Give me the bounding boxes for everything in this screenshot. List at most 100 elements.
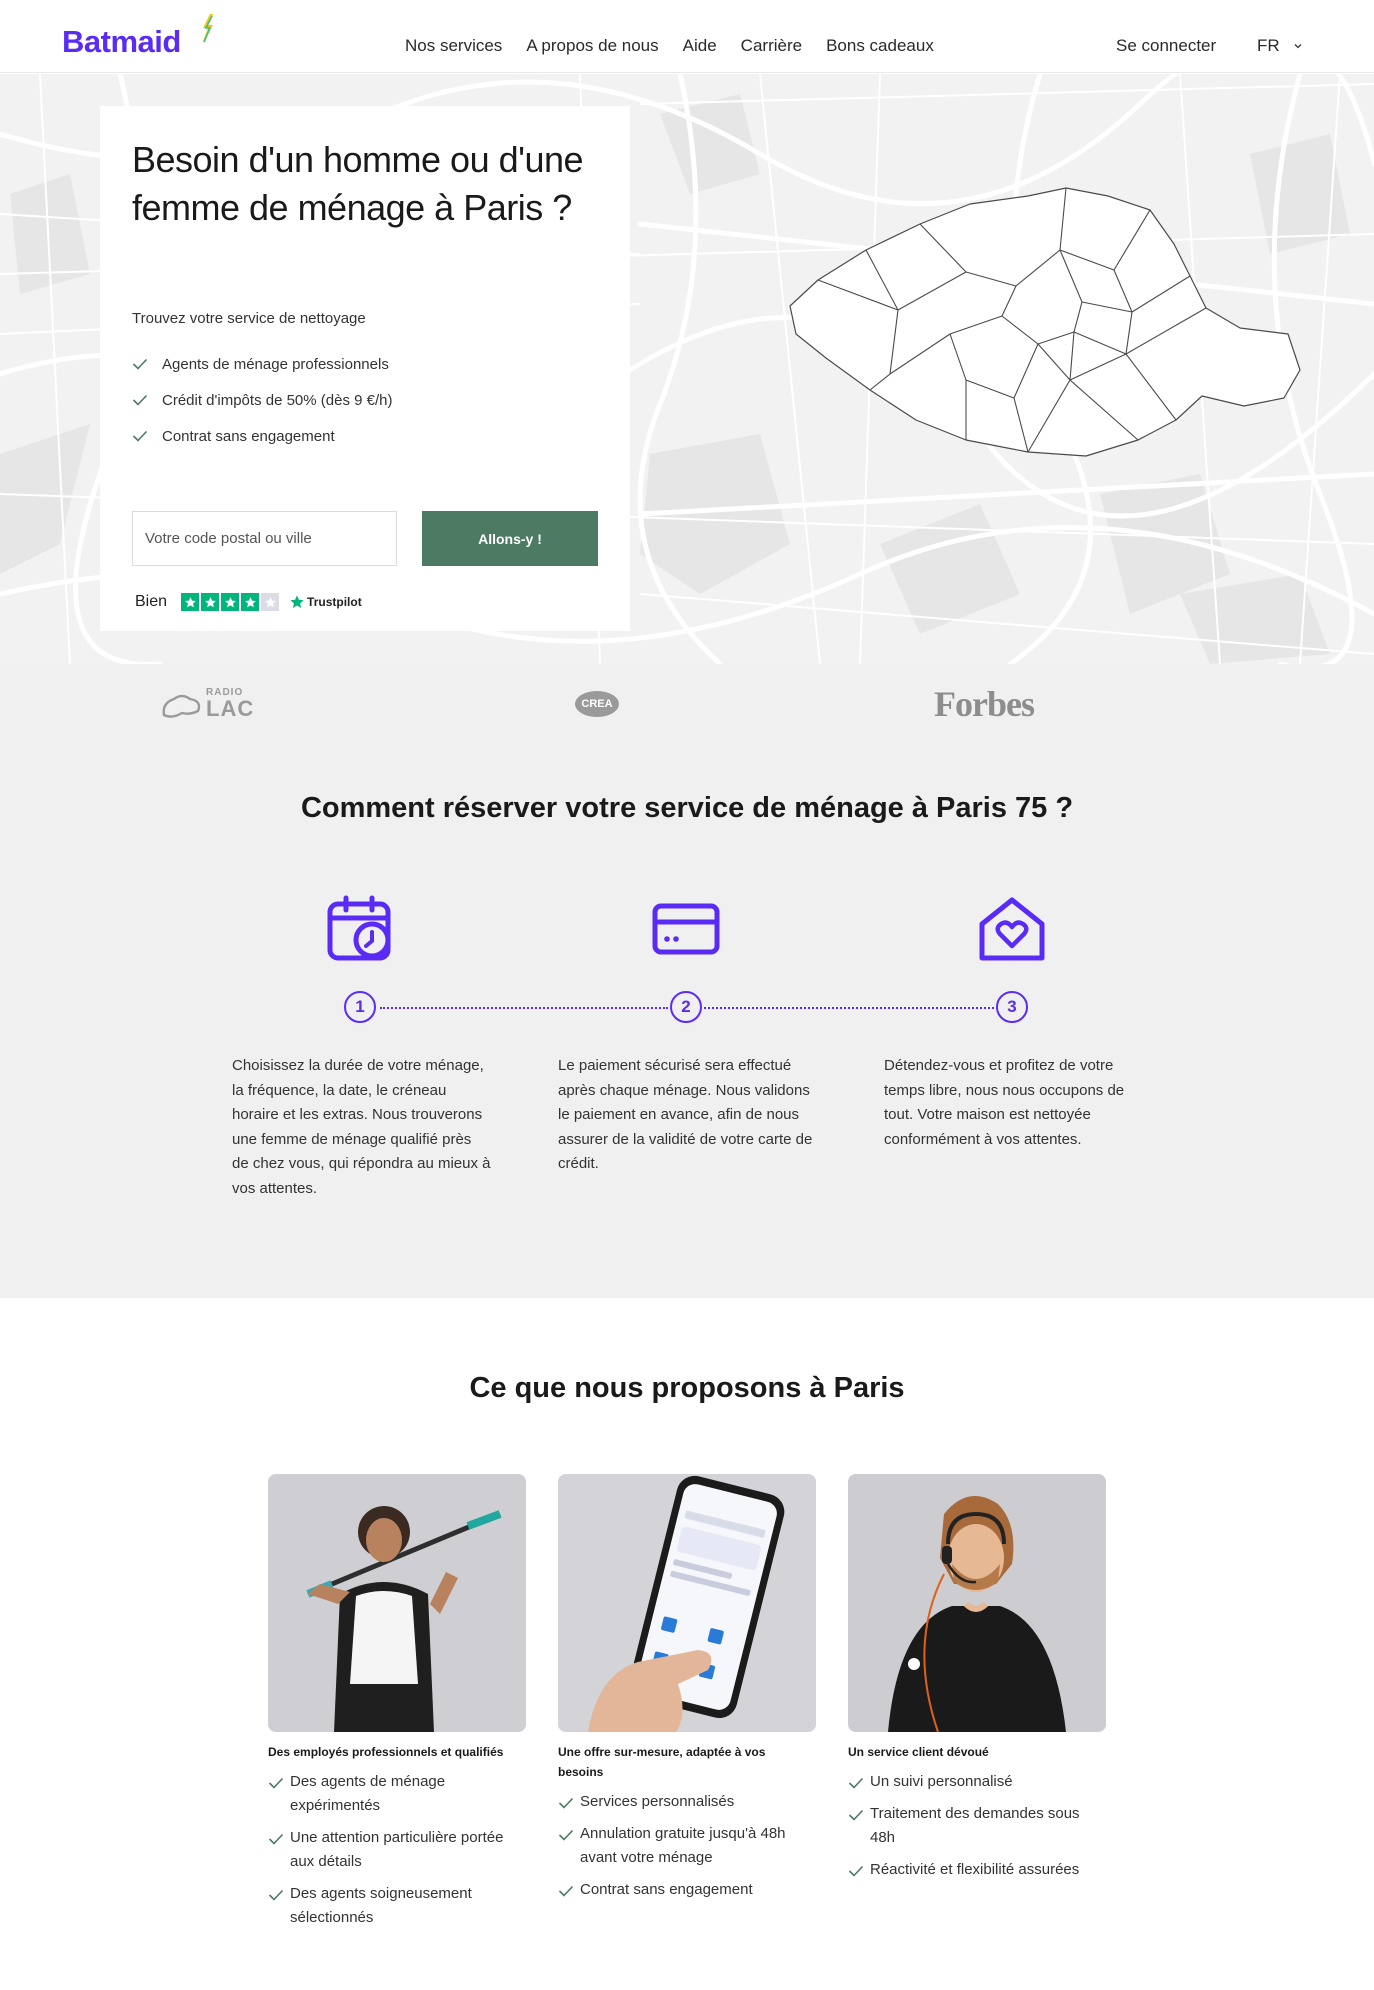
star-icon [201,593,220,611]
list-item: Un suivi personnalisé [848,1770,1106,1794]
list-item: Contrat sans engagement [558,1878,816,1902]
check-icon [132,394,148,406]
nav-item-services[interactable]: Nos services [405,36,502,56]
nav-item-about[interactable]: A propos de nous [526,36,658,56]
logo-bolt-icon [202,14,213,44]
offer-card-support: Un service client dévoué Un suivi person… [848,1474,1106,1890]
offer-card-custom: Une offre sur-mesure, adaptée à vos beso… [558,1474,816,1910]
offer-title: Ce que nous proposons à Paris [469,1372,905,1404]
trustpilot-star-icon [290,595,304,608]
benefit-text: Contrat sans engagement [162,427,335,445]
step-description-1: Choisissez la durée de votre ménage, la … [232,1057,491,1197]
cleaner-illustration [268,1474,526,1732]
list-item: Une attention particulière portée aux dé… [268,1826,526,1874]
list-item: Traitement des demandes sous 48h [848,1802,1106,1850]
support-agent-photo [848,1474,1106,1732]
rating-label: Bien [135,593,168,610]
submit-postal-button[interactable]: Allons-y ! [422,511,598,566]
step-description-2: Le paiement sécurisé sera effectué après… [558,1057,813,1172]
list-item: Contrat sans engagement [132,418,392,454]
radio-lac-icon [162,694,201,718]
star-icon [181,593,200,611]
site-header: Batmaid Nos services A propos de nous Ai… [0,0,1374,73]
feature-text: Des agents soigneusement sélectionnés [290,1885,472,1926]
calendar-clock-icon [327,895,391,961]
feature-text: Traitement des demandes sous 48h [870,1805,1080,1846]
check-icon [558,1797,574,1809]
benefit-text: Agents de ménage professionnels [162,355,389,373]
crea-badge: CREA [575,691,619,717]
step-number-3: 3 [996,991,1028,1023]
radio-big-text: LAC [206,696,255,721]
steps-title: Comment réserver votre service de ménage… [300,792,1074,824]
card-feature-list: Des agents de ménage expérimentés Une at… [268,1770,526,1930]
forbes-logo: Forbes [934,684,1035,724]
list-item: Crédit d'impôts de 50% (dès 9 €/h) [132,382,392,418]
list-item: Des agents soigneusement sélectionnés [268,1882,526,1930]
list-item: Agents de ménage professionnels [132,346,392,382]
paris-arrondissements-map [789,187,1301,457]
batmaid-logo[interactable]: Batmaid [62,24,181,60]
check-icon [132,358,148,370]
feature-text: Annulation gratuite jusqu'à 48h avant vo… [580,1825,786,1866]
feature-text: Services personnalisés [580,1793,735,1810]
trustpilot-logo: Trustpilot [289,594,362,610]
benefit-text: Crédit d'impôts de 50% (dès 9 €/h) [162,391,393,409]
cleaner-photo [268,1474,526,1732]
step-connector [380,1007,668,1009]
list-item: Annulation gratuite jusqu'à 48h avant vo… [558,1822,816,1870]
step-number-2: 2 [670,991,702,1023]
star-icon [241,593,260,611]
feature-text: Des agents de ménage expérimentés [290,1773,446,1814]
feature-text: Réactivité et flexibilité assurées [870,1861,1080,1878]
feature-text: Contrat sans engagement [580,1881,753,1898]
radio-lac-text: RADIO LAC [206,688,254,720]
feature-text: Une attention particulière portée aux dé… [290,1829,504,1870]
house-heart-icon [979,897,1045,961]
login-link[interactable]: Se connecter [1116,36,1216,56]
crea-logo: CREA [575,664,619,744]
trustpilot-rating[interactable]: Bien Trustpilot [135,593,362,611]
nav-item-help[interactable]: Aide [683,36,717,56]
check-icon [848,1809,864,1821]
step-description-3: Détendez-vous et profitez de votre temps… [884,1057,1125,1148]
card-feature-list: Un suivi personnalisé Traitement des dem… [848,1770,1106,1882]
nav-item-career[interactable]: Carrière [741,36,802,56]
list-item: Réactivité et flexibilité assurées [848,1858,1106,1882]
chevron-down-icon[interactable] [1292,40,1304,52]
list-item: Des agents de ménage expérimentés [268,1770,526,1818]
language-selector[interactable]: FR [1257,36,1280,56]
card-title: Une offre sur-mesure, adaptée à vos beso… [558,1745,766,1779]
star-icon [221,593,240,611]
card-title: Des employés professionnels et qualifiés [268,1745,504,1759]
check-icon [558,1829,574,1841]
feature-text: Un suivi personnalisé [870,1773,1013,1790]
nav-item-gift-cards[interactable]: Bons cadeaux [826,36,934,56]
step-number-1: 1 [344,991,376,1023]
check-icon [848,1777,864,1789]
trustpilot-label: Trustpilot [307,595,362,609]
hero-card: Besoin d'un homme ou d'une femme de ména… [100,106,630,631]
hero-benefits-list: Agents de ménage professionnels Crédit d… [132,346,392,454]
card-title: Un service client dévoué [848,1745,989,1759]
offer-card-staff: Des employés professionnels et qualifiés… [268,1474,526,1938]
postal-code-input[interactable] [132,511,397,566]
check-icon [848,1865,864,1877]
check-icon [558,1885,574,1897]
support-agent-illustration [848,1474,1106,1732]
hero-subtitle: Trouvez votre service de nettoyage [132,310,366,327]
list-item: Services personnalisés [558,1790,816,1814]
check-icon [132,430,148,442]
hero-section: Besoin d'un homme ou d'une femme de ména… [0,74,1374,664]
step-connector [704,1007,994,1009]
check-icon [268,1833,284,1845]
hero-title: Besoin d'un homme ou d'une femme de ména… [132,139,584,228]
phone-app-photo [558,1474,816,1732]
radio-lac-logo: RADIO LAC [160,664,254,744]
check-icon [268,1777,284,1789]
how-it-works-section: RADIO LAC CREA Forbes Comment réserver v… [0,664,1374,1298]
phone-illustration [558,1474,816,1732]
credit-card-icon [652,903,720,955]
check-icon [268,1889,284,1901]
star-empty-icon [261,593,280,611]
